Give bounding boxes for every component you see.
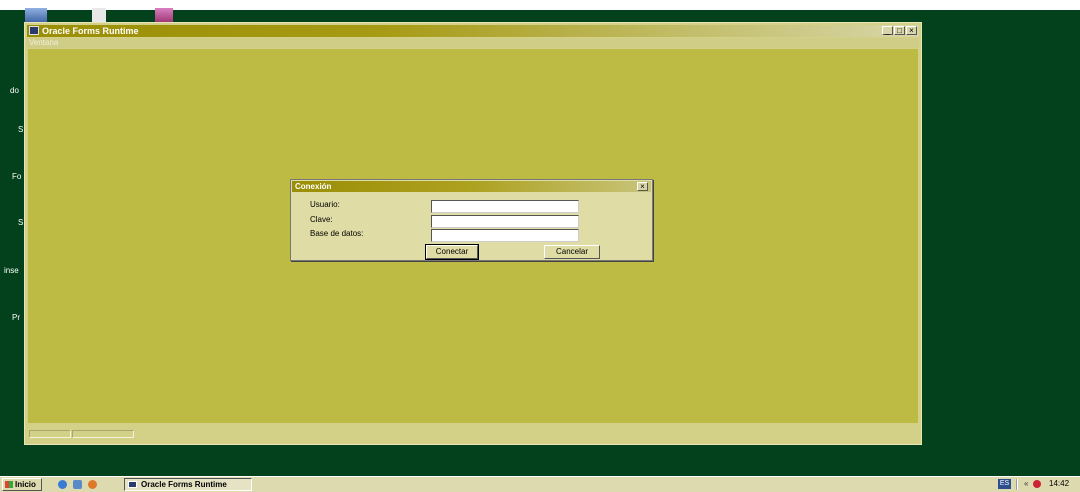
status-segment-1 (29, 430, 71, 438)
internet-explorer-icon[interactable] (58, 480, 67, 489)
clock[interactable]: 14:42 (1049, 478, 1069, 490)
desktop-icon-computer[interactable] (25, 8, 47, 22)
username-label: Usuario: (310, 200, 340, 209)
tray-separator (1016, 479, 1018, 490)
tray-expand-icon[interactable]: « (1024, 478, 1028, 490)
desktop-icon-app[interactable] (155, 8, 173, 22)
cancel-button[interactable]: Cancelar (544, 245, 600, 259)
database-input[interactable] (431, 229, 579, 242)
taskbar: Inicio Oracle Forms Runtime ES « 14:42 (0, 476, 1080, 492)
tray-app-icon[interactable] (1033, 480, 1041, 488)
media-player-icon[interactable] (88, 480, 97, 489)
minimize-button[interactable]: _ (882, 26, 893, 35)
window-titlebar[interactable]: Oracle Forms Runtime _ □ × (27, 25, 919, 37)
start-label: Inicio (15, 480, 36, 489)
show-desktop-icon[interactable] (73, 480, 82, 489)
system-tray: ES « 14:42 (998, 478, 1080, 491)
password-input[interactable] (431, 215, 579, 228)
maximize-button[interactable]: □ (894, 26, 905, 35)
database-label: Base de datos: (310, 229, 364, 238)
taskbar-oracle-forms-button[interactable]: Oracle Forms Runtime (124, 478, 252, 491)
start-button[interactable]: Inicio (2, 478, 42, 491)
close-button[interactable]: × (906, 26, 917, 35)
password-label: Clave: (310, 215, 333, 224)
windows-logo-icon (5, 481, 13, 488)
username-input[interactable] (431, 200, 579, 213)
language-indicator[interactable]: ES (998, 479, 1011, 489)
dialog-title: Conexión (295, 182, 332, 191)
connect-button[interactable]: Conectar (425, 244, 479, 260)
dialog-close-button[interactable]: × (637, 182, 648, 191)
status-bar (27, 427, 919, 441)
oracle-forms-icon (29, 26, 39, 35)
window-title: Oracle Forms Runtime (42, 26, 139, 36)
menu-bar: Ventana (27, 38, 919, 48)
connection-dialog: Conexión × Usuario: Clave: Base de datos… (290, 179, 653, 261)
status-segment-2 (72, 430, 134, 438)
taskbar-button-label: Oracle Forms Runtime (141, 480, 227, 489)
menu-item-ventana[interactable]: Ventana (29, 38, 58, 48)
oracle-forms-icon (128, 481, 137, 488)
dialog-titlebar[interactable]: Conexión × (292, 181, 651, 192)
desktop-icon-document[interactable] (92, 8, 106, 22)
